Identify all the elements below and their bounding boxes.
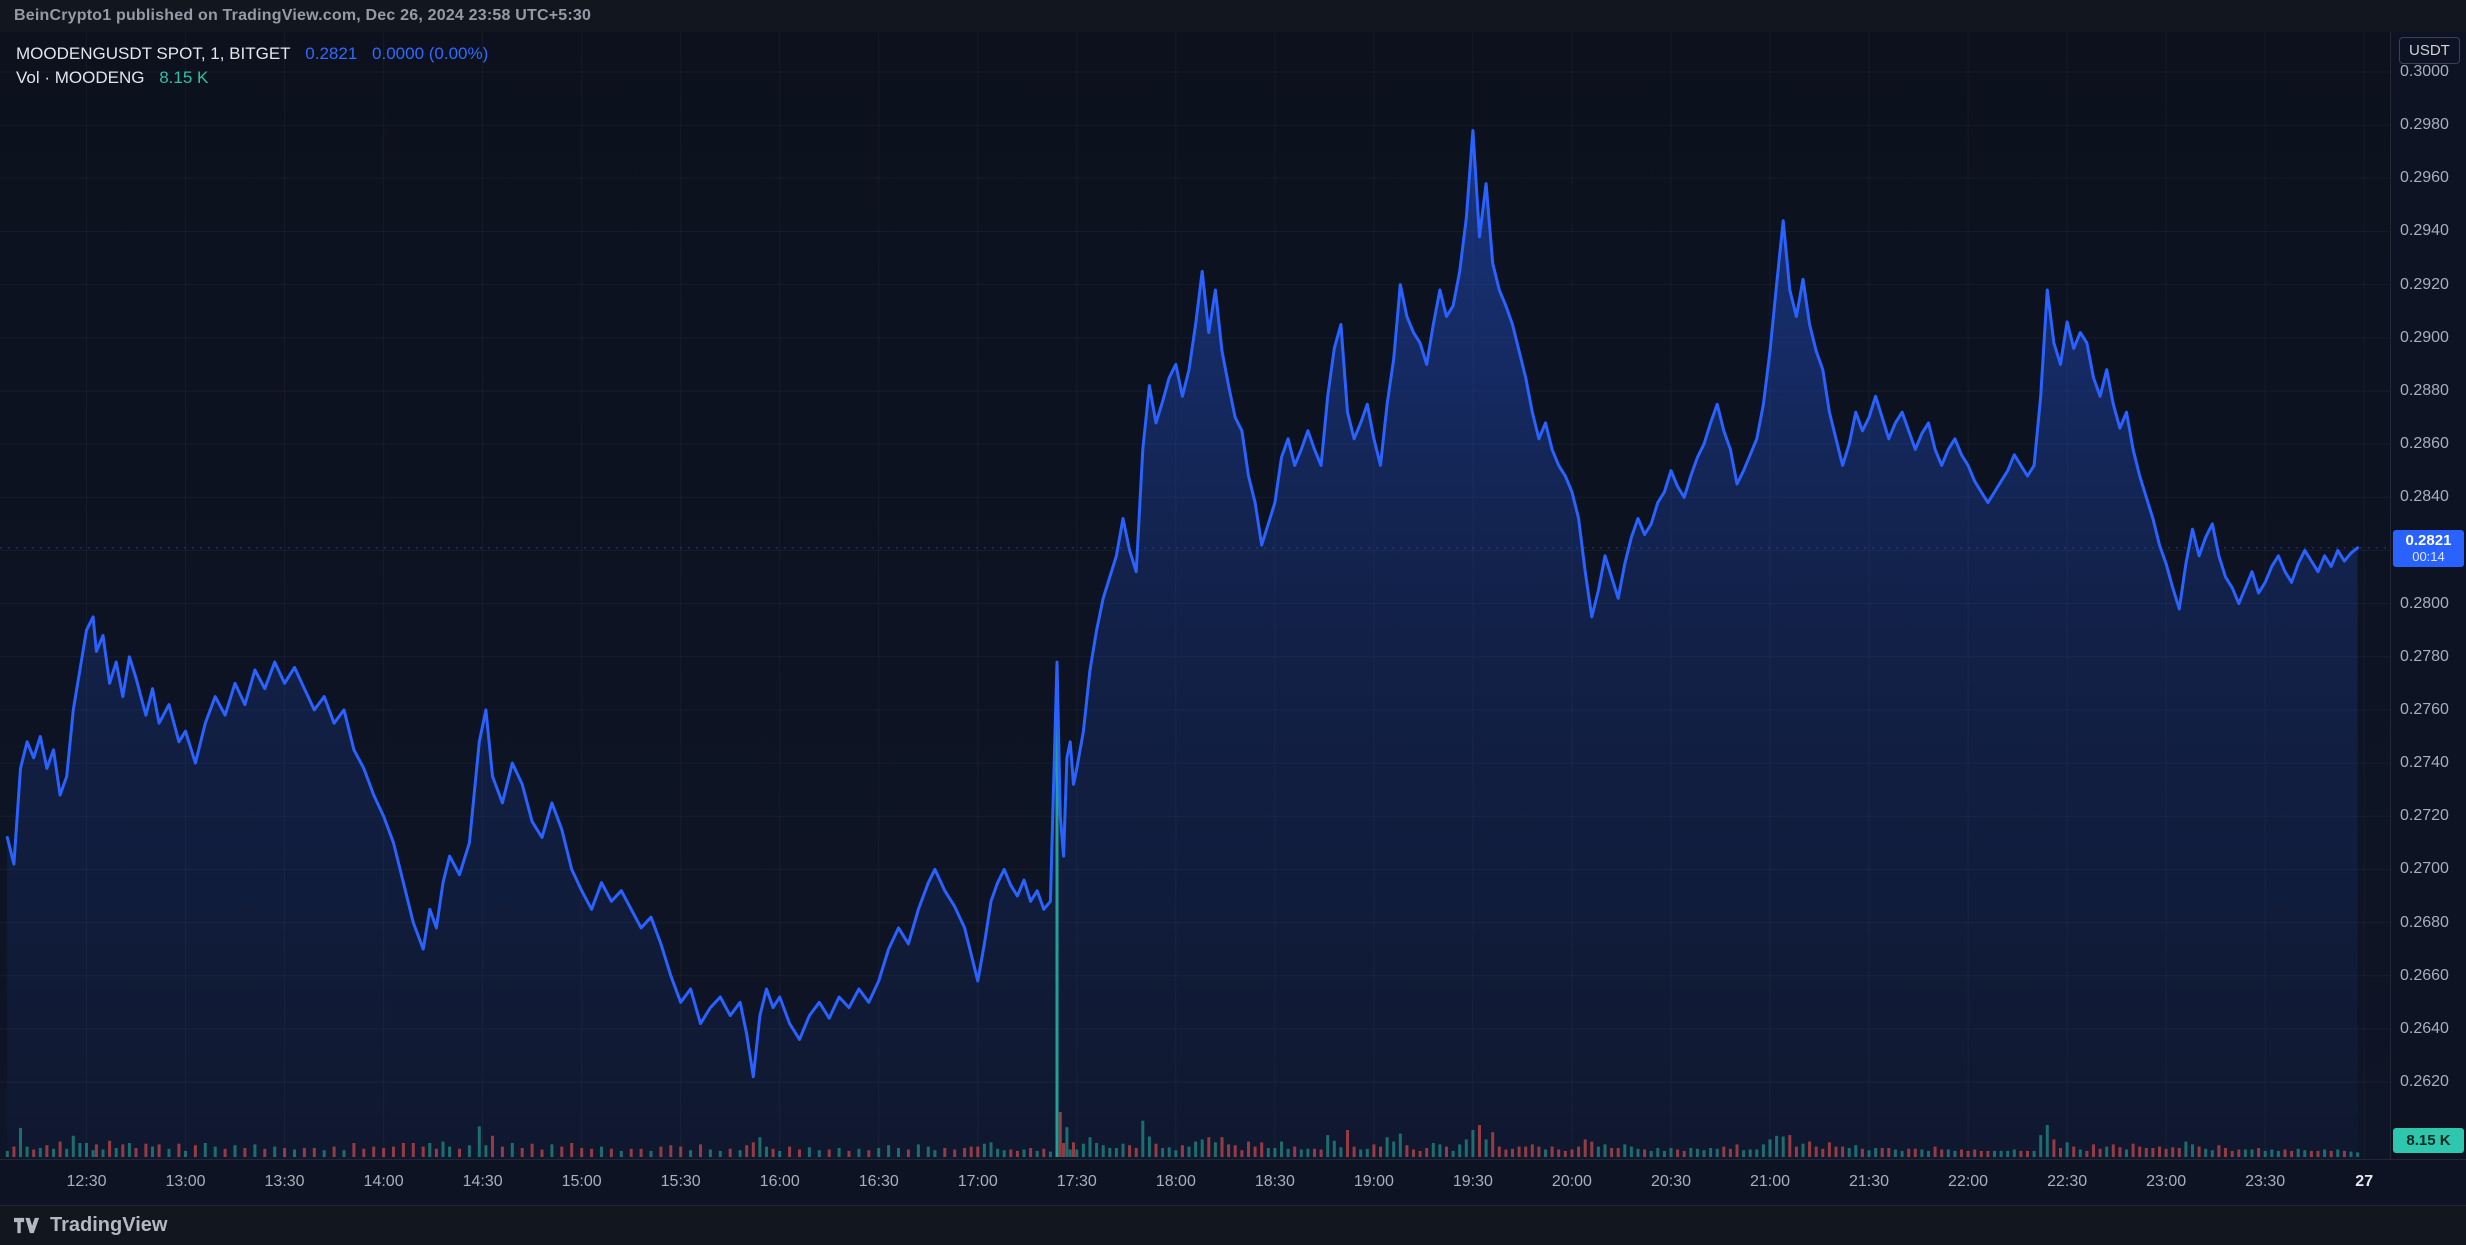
tradingview-published-chart: BeinCrypto1 published on TradingView.com… — [0, 0, 2466, 1245]
chart-pane[interactable]: MOODENGUSDT SPOT, 1, BITGET 0.2821 0.000… — [0, 32, 2390, 1159]
price-axis-label: 0.2740 — [2400, 754, 2449, 772]
legend-volume-label: Vol · MOODENG — [16, 68, 144, 87]
price-axis[interactable]: USDT 0.2821 00:14 8.15 K 0.3000 0.2980 0.2… — [2390, 32, 2466, 1159]
time-axis-label: 13:30 — [265, 1173, 305, 1191]
legend-row-symbol[interactable]: MOODENGUSDT SPOT, 1, BITGET 0.2821 0.000… — [16, 42, 488, 66]
time-axis-label: 22:30 — [2047, 1173, 2087, 1191]
legend-volume-value: 8.15 K — [159, 68, 208, 87]
time-axis-label: 13:00 — [165, 1173, 205, 1191]
price-axis-label: 0.2640 — [2400, 1020, 2449, 1038]
time-axis-label: 16:00 — [760, 1173, 800, 1191]
price-chart-canvas[interactable] — [0, 32, 2390, 1159]
volume-badge: 8.15 K — [2393, 1128, 2464, 1153]
time-axis-label: 23:00 — [2146, 1173, 2186, 1191]
time-axis[interactable]: 12:30 13:00 13:30 14:00 14:30 15:00 15:30 16:00… — [0, 1159, 2466, 1205]
time-axis-label: 21:00 — [1750, 1173, 1790, 1191]
time-axis-label: 16:30 — [859, 1173, 899, 1191]
price-axis-label: 0.2880 — [2400, 382, 2449, 400]
price-axis-label: 0.2680 — [2400, 914, 2449, 932]
legend-change: 0.0000 (0.00%) — [372, 44, 488, 63]
time-axis-label: 18:30 — [1255, 1173, 1295, 1191]
last-price-badge: 0.2821 00:14 — [2393, 530, 2464, 567]
price-axis-label: 0.2780 — [2400, 648, 2449, 666]
time-axis-label: 15:30 — [661, 1173, 701, 1191]
price-axis-label: 0.2720 — [2400, 807, 2449, 825]
time-axis-label: 21:30 — [1849, 1173, 1889, 1191]
time-axis-label: 14:30 — [463, 1173, 503, 1191]
bar-countdown: 00:14 — [2393, 549, 2464, 564]
legend-last-price: 0.2821 — [305, 44, 357, 63]
chart-legend: MOODENGUSDT SPOT, 1, BITGET 0.2821 0.000… — [16, 42, 488, 90]
time-axis-label: 17:30 — [1057, 1173, 1097, 1191]
price-axis-label: 0.2940 — [2400, 222, 2449, 240]
price-axis-label: 0.2920 — [2400, 276, 2449, 294]
time-axis-label: 22:00 — [1948, 1173, 1988, 1191]
time-axis-label: 19:30 — [1453, 1173, 1493, 1191]
price-axis-label: 0.3000 — [2400, 63, 2449, 81]
attribution-bar: BeinCrypto1 published on TradingView.com… — [0, 0, 2466, 32]
price-axis-label: 0.2840 — [2400, 488, 2449, 506]
time-axis-label: 19:00 — [1354, 1173, 1394, 1191]
price-axis-label: 0.2800 — [2400, 595, 2449, 613]
currency-toggle-button[interactable]: USDT — [2399, 37, 2460, 64]
time-axis-label: 20:00 — [1552, 1173, 1592, 1191]
tradingview-logo-text: TradingView — [50, 1214, 167, 1237]
price-axis-label: 0.2860 — [2400, 435, 2449, 453]
attribution-text: BeinCrypto1 published on TradingView.com… — [14, 7, 591, 25]
legend-row-volume[interactable]: Vol · MOODENG 8.15 K — [16, 66, 488, 90]
time-axis-label: 14:00 — [364, 1173, 404, 1191]
footer-bar: TradingView — [0, 1205, 2466, 1245]
time-axis-label: 18:00 — [1156, 1173, 1196, 1191]
time-axis-label: 15:00 — [562, 1173, 602, 1191]
price-axis-label: 0.2900 — [2400, 329, 2449, 347]
price-axis-label: 0.2660 — [2400, 967, 2449, 985]
price-axis-label: 0.2620 — [2400, 1073, 2449, 1091]
price-axis-label: 0.2700 — [2400, 860, 2449, 878]
chart-main: MOODENGUSDT SPOT, 1, BITGET 0.2821 0.000… — [0, 32, 2466, 1159]
price-axis-label: 0.2980 — [2400, 116, 2449, 134]
time-axis-label: 12:30 — [66, 1173, 106, 1191]
price-axis-label: 0.2960 — [2400, 169, 2449, 187]
time-axis-label: 20:30 — [1651, 1173, 1691, 1191]
tradingview-logo-link[interactable]: TradingView — [14, 1214, 167, 1237]
tradingview-logo-icon — [14, 1217, 41, 1234]
legend-symbol: MOODENGUSDT SPOT, 1, BITGET — [16, 44, 291, 63]
price-axis-label: 0.2760 — [2400, 701, 2449, 719]
time-axis-label: 17:00 — [958, 1173, 998, 1191]
time-axis-label-date: 27 — [2355, 1173, 2373, 1191]
time-axis-label: 23:30 — [2245, 1173, 2285, 1191]
last-price-badge-value: 0.2821 — [2393, 532, 2464, 549]
